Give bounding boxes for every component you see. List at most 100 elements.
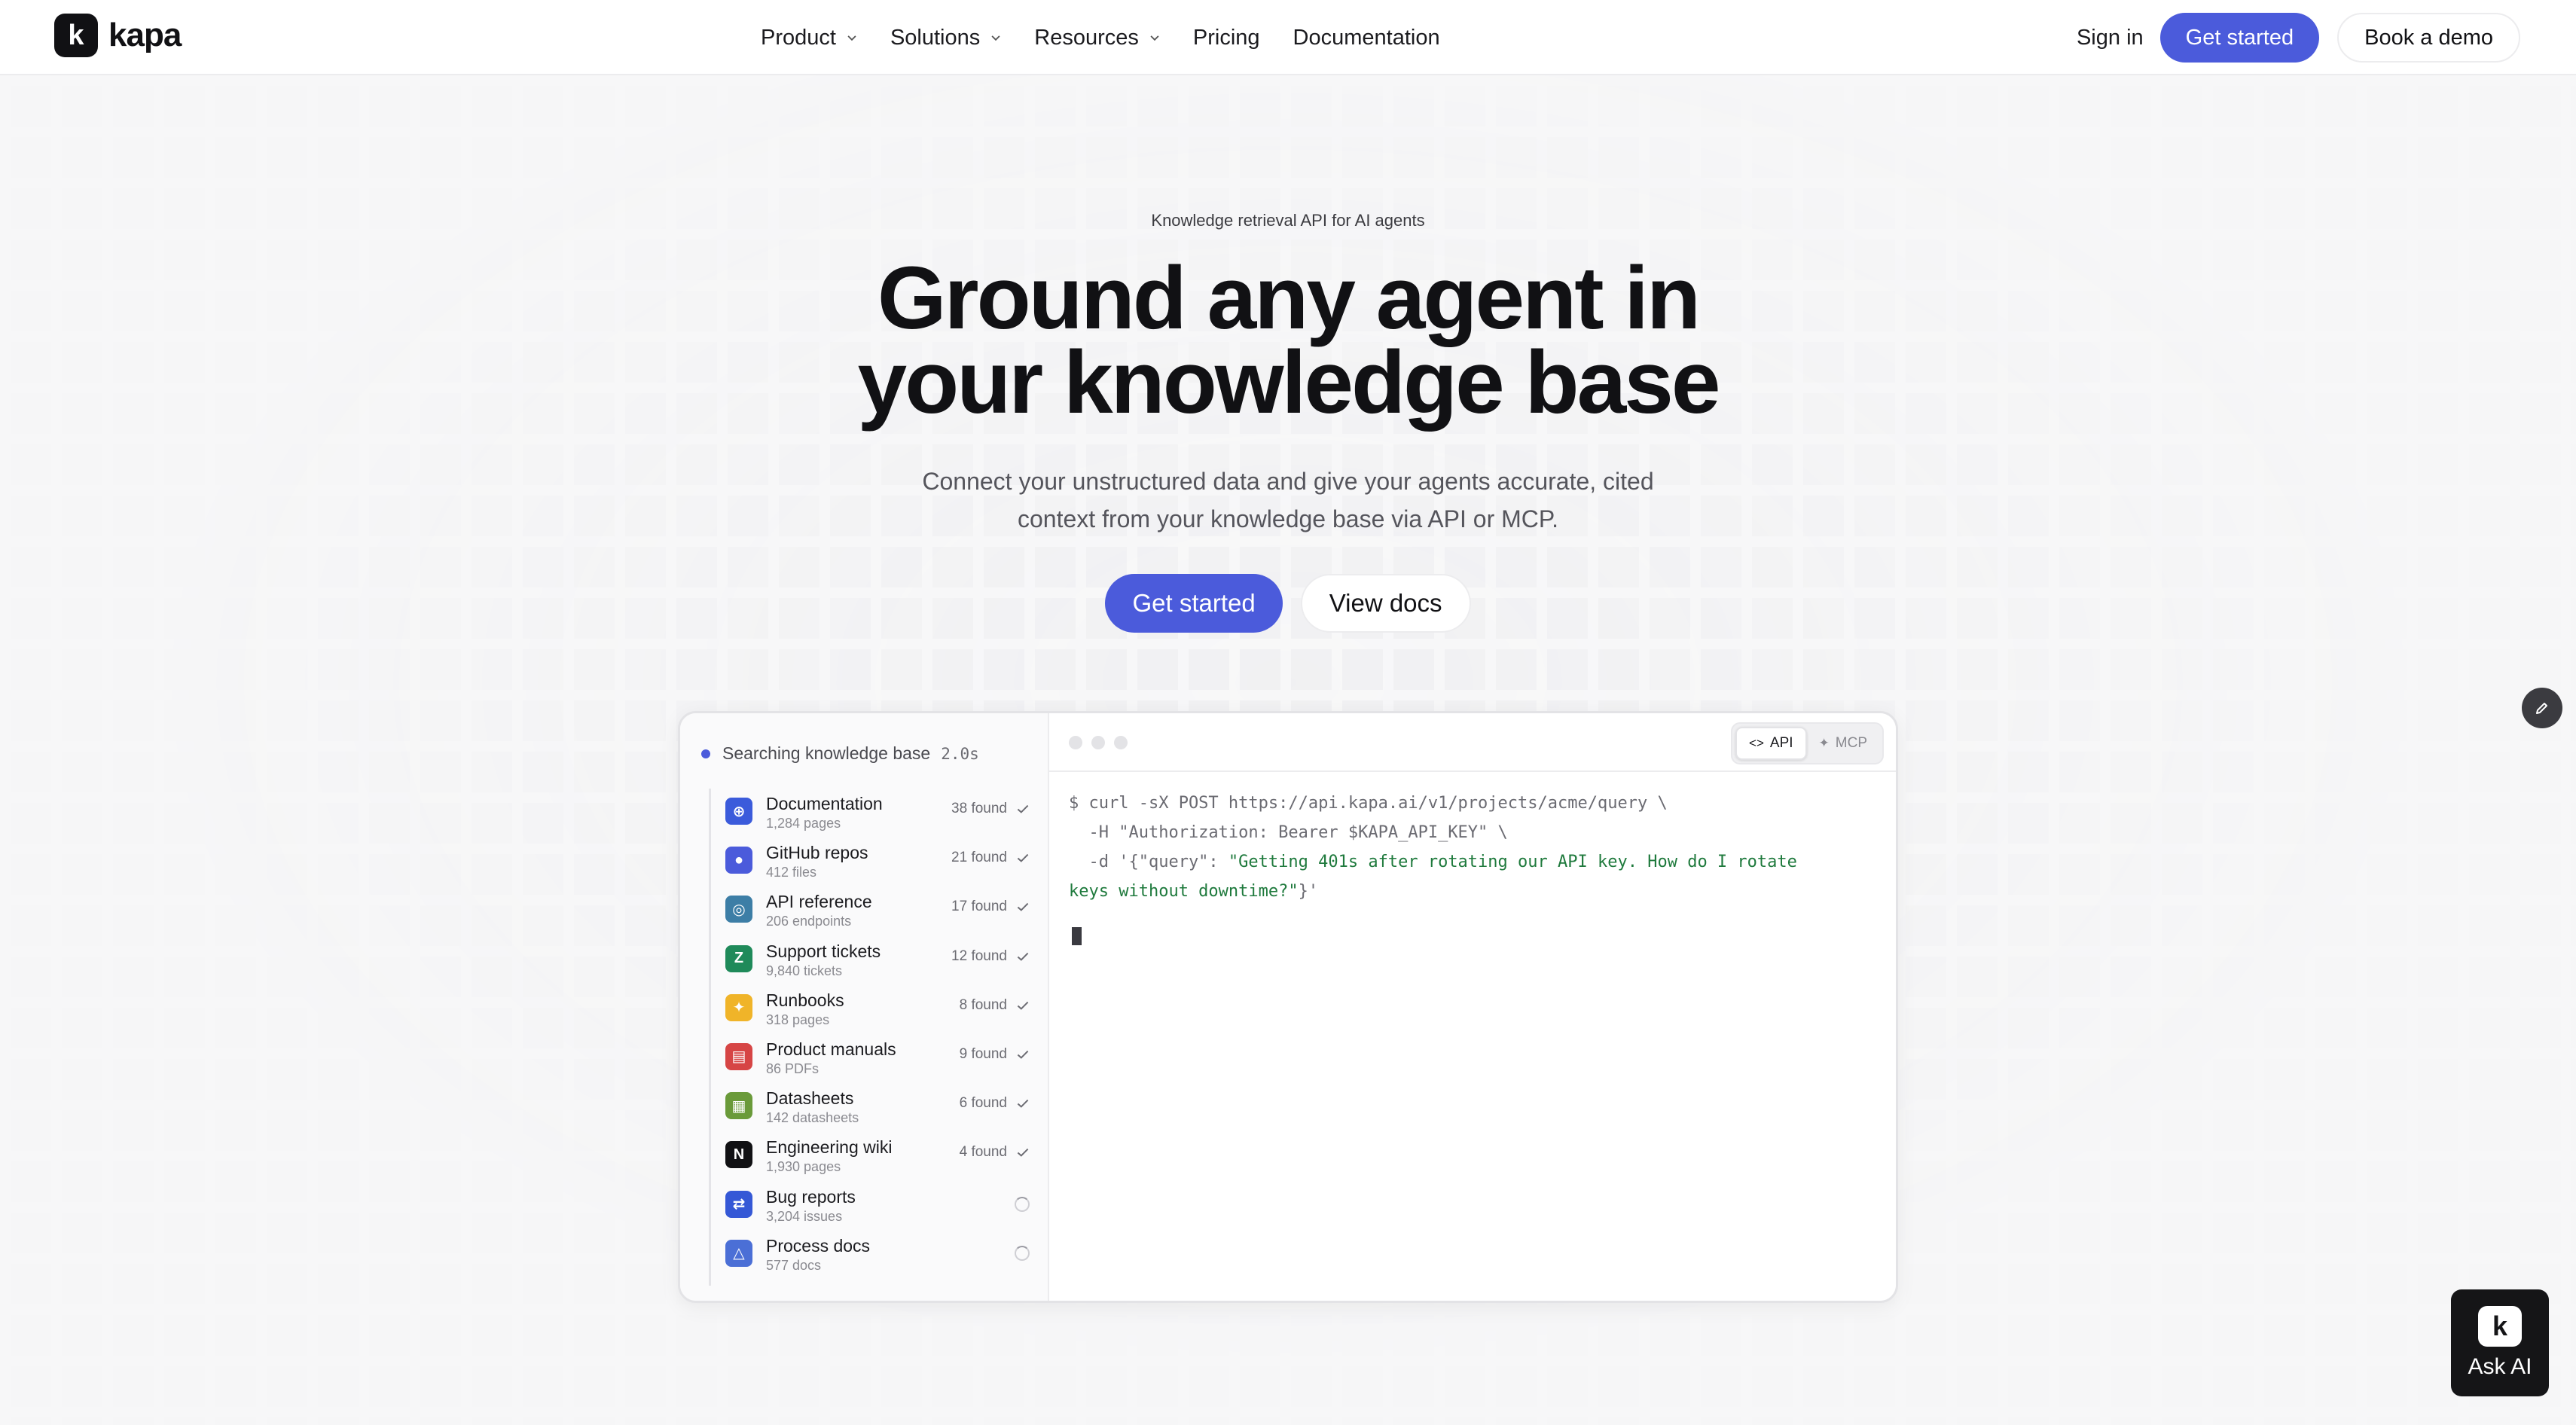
nav-item-label: Solutions: [890, 25, 981, 50]
chevron-down-icon: [1150, 35, 1159, 41]
tab-label: API: [1769, 735, 1793, 751]
source-name: GitHub repos: [766, 843, 868, 863]
kapa-logo-icon: k: [54, 14, 98, 57]
source-row[interactable]: ◎ API reference 206 endpoints 17 found: [725, 888, 1034, 937]
source-count: 412 files: [766, 865, 817, 880]
window-dot-icon: [1114, 736, 1128, 749]
subhead-line-2: context from your knowledge base via API…: [1018, 505, 1558, 532]
kapa-mark-icon: k: [2478, 1306, 2522, 1347]
source-found-count: 17 found: [951, 899, 1007, 915]
source-count: 577 docs: [766, 1257, 822, 1273]
api-icon: ◎: [725, 896, 752, 923]
code-line-4-string: keys without downtime?": [1069, 882, 1299, 901]
code-pane-header: <> API ✦ MCP: [1049, 713, 1896, 772]
ask-ai-label: Ask AI: [2468, 1354, 2532, 1379]
nav-item-label: Product: [761, 25, 836, 50]
source-text: Process docs 577 docs: [766, 1235, 870, 1274]
edit-fab-button[interactable]: [2522, 688, 2562, 728]
source-found-count: 8 found: [959, 996, 1007, 1013]
source-row[interactable]: N Engineering wiki 1,930 pages 4 found: [725, 1134, 1034, 1182]
pdf-icon: ▤: [725, 1042, 752, 1070]
source-row[interactable]: ● GitHub repos 412 files 21 found: [725, 839, 1034, 888]
ask-ai-button[interactable]: k Ask AI: [2451, 1289, 2549, 1396]
source-row[interactable]: ⊕ Documentation 1,284 pages 38 found: [725, 790, 1034, 839]
source-name: API reference: [766, 892, 872, 912]
loading-spinner-icon: [1015, 1245, 1030, 1261]
window-dot-icon: [1091, 736, 1105, 749]
source-found-count: 9 found: [959, 1045, 1007, 1062]
source-text: Bug reports 3,204 issues: [766, 1186, 856, 1225]
demo-window: Searching knowledge base 2.0s ⊕ Documenta…: [678, 711, 1898, 1303]
nav-item-documentation[interactable]: Documentation: [1293, 26, 1440, 50]
tab-label: MCP: [1835, 735, 1867, 751]
source-text: Runbooks 318 pages: [766, 990, 844, 1029]
source-text: GitHub repos 412 files: [766, 842, 868, 881]
confluence-icon: △: [725, 1239, 752, 1267]
source-name: Product manuals: [766, 1039, 896, 1059]
nav-item-label: Pricing: [1192, 25, 1260, 50]
kapa-logo[interactable]: k kapa: [54, 14, 182, 57]
runbook-icon: ✦: [725, 993, 752, 1021]
source-found-count: 4 found: [959, 1144, 1007, 1161]
source-name: Bug reports: [766, 1186, 856, 1207]
code-line-3-string: "Getting 401s after rotating our API key…: [1228, 853, 1797, 871]
source-name: Support tickets: [766, 941, 881, 961]
hero-eyebrow: Knowledge retrieval API for AI agents: [1151, 211, 1425, 230]
nav-item-label: Resources: [1034, 25, 1139, 50]
tab-api[interactable]: <> API: [1735, 727, 1807, 760]
source-name: Runbooks: [766, 990, 844, 1010]
source-text: API reference 206 endpoints: [766, 891, 872, 930]
source-found-count: 12 found: [951, 947, 1007, 964]
book-demo-button[interactable]: Book a demo: [2337, 13, 2520, 63]
source-count: 86 PDFs: [766, 1060, 819, 1076]
check-icon: [1017, 804, 1029, 813]
tab-mcp[interactable]: ✦ MCP: [1807, 727, 1879, 760]
sources-list: ⊕ Documentation 1,284 pages 38 found ● GitHub…: [725, 790, 1034, 1281]
chevron-down-icon: [847, 35, 856, 41]
get-started-button[interactable]: Get started: [2159, 13, 2320, 63]
code-line-1: $ curl -sX POST https://api.kapa.ai/v1/p…: [1069, 794, 1668, 813]
sources-pane: Searching knowledge base 2.0s ⊕ Documenta…: [680, 713, 1049, 1301]
nav-item-product[interactable]: Product: [761, 26, 857, 50]
code-line-4-suffix: }': [1298, 882, 1319, 901]
headline-line-2: your knowledge base: [857, 333, 1721, 432]
nav-item-resources[interactable]: Resources: [1034, 26, 1160, 50]
status-dot-icon: [701, 749, 710, 758]
search-elapsed: 2.0s: [941, 744, 979, 763]
source-count: 318 pages: [766, 1012, 830, 1027]
check-icon: [1017, 952, 1029, 961]
source-count: 9,840 tickets: [766, 963, 843, 978]
jira-icon: ⇄: [725, 1190, 752, 1218]
terminal-cursor: [1072, 927, 1082, 945]
code-block: $ curl -sX POST https://api.kapa.ai/v1/p…: [1069, 789, 1882, 906]
source-row[interactable]: ▤ Product manuals 86 PDFs 9 found: [725, 1036, 1034, 1085]
source-name: Process docs: [766, 1235, 871, 1256]
nav-item-solutions[interactable]: Solutions: [890, 26, 1001, 50]
source-count: 206 endpoints: [766, 914, 852, 929]
check-icon: [1017, 1100, 1029, 1108]
source-row[interactable]: ⇄ Bug reports 3,204 issues: [725, 1183, 1034, 1232]
source-row[interactable]: ✦ Runbooks 318 pages 8 found: [725, 987, 1034, 1036]
source-text: Support tickets 9,840 tickets: [766, 941, 881, 980]
code-icon: <>: [1749, 736, 1764, 750]
source-name: Engineering wiki: [766, 1137, 893, 1158]
source-name: Datasheets: [766, 1088, 854, 1109]
source-found-count: 6 found: [959, 1095, 1007, 1112]
check-icon: [1017, 854, 1029, 862]
search-status: Searching knowledge base 2.0s: [701, 743, 979, 764]
source-row[interactable]: ▦ Datasheets 142 datasheets 6 found: [725, 1085, 1034, 1134]
globe-icon: ⊕: [725, 798, 752, 825]
source-row[interactable]: Z Support tickets 9,840 tickets 12 found: [725, 938, 1034, 987]
source-row[interactable]: △ Process docs 577 docs: [725, 1232, 1034, 1281]
view-docs-button[interactable]: View docs: [1300, 574, 1471, 633]
sources-rail: [709, 789, 711, 1286]
nav-item-pricing[interactable]: Pricing: [1193, 26, 1260, 50]
pencil-icon: [2536, 703, 2547, 714]
hero-get-started-button[interactable]: Get started: [1105, 574, 1283, 633]
mode-toggle: <> API ✦ MCP: [1731, 722, 1884, 764]
zendesk-icon: Z: [725, 944, 752, 972]
mcp-icon: ✦: [1818, 736, 1830, 750]
main-menu: Product Solutions Resources Pricing Docu…: [761, 0, 1473, 75]
sign-in-link[interactable]: Sign in: [2077, 26, 2144, 50]
source-count: 142 datasheets: [766, 1110, 859, 1126]
